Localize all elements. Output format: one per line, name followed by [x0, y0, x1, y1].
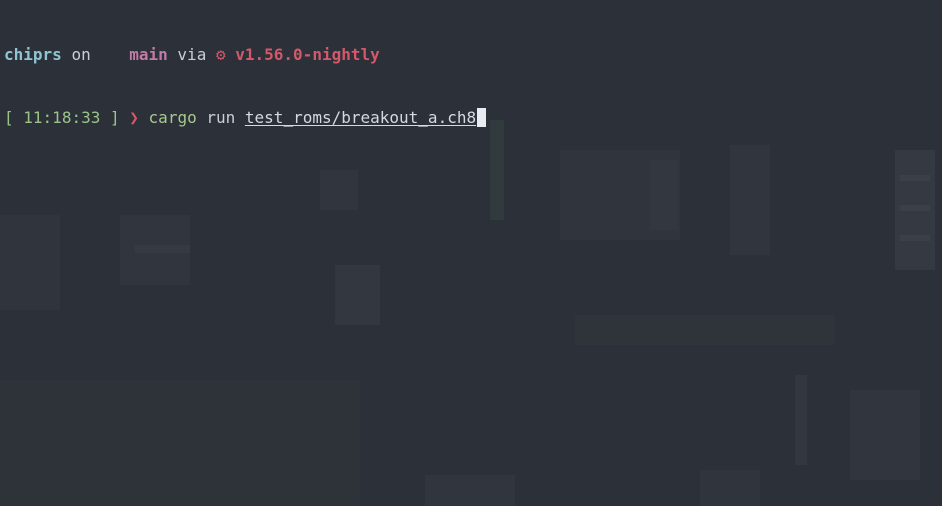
command-argument[interactable]: test_roms/breakout_a.ch8: [245, 108, 476, 127]
git-branch-icon: [120, 45, 130, 64]
timestamp: 11:18:33: [23, 108, 101, 127]
on-label: on: [71, 45, 91, 64]
command-name[interactable]: cargo: [149, 108, 197, 127]
current-directory: chiprs: [4, 45, 62, 64]
text-cursor: [477, 108, 487, 127]
command-subcommand[interactable]: run: [206, 108, 235, 127]
time-close-bracket: ]: [109, 108, 120, 127]
prompt-chevron-icon: ❯: [129, 108, 139, 127]
rust-gear-icon: ⚙: [215, 45, 226, 64]
rust-version: v1.56.0-nightly: [235, 45, 380, 64]
terminal-window[interactable]: chiprs on main via ⚙ v1.56.0-nightly [ 1…: [0, 0, 942, 506]
via-label: via: [177, 45, 207, 64]
terminal-output: chiprs on main via ⚙ v1.56.0-nightly [ 1…: [4, 2, 487, 170]
time-open-bracket: [: [4, 108, 14, 127]
prompt-info-line: chiprs on main via ⚙ v1.56.0-nightly: [4, 44, 486, 65]
git-branch-name: main: [129, 45, 168, 64]
command-line[interactable]: [ 11:18:33 ] ❯ cargo run test_roms/break…: [4, 107, 487, 128]
